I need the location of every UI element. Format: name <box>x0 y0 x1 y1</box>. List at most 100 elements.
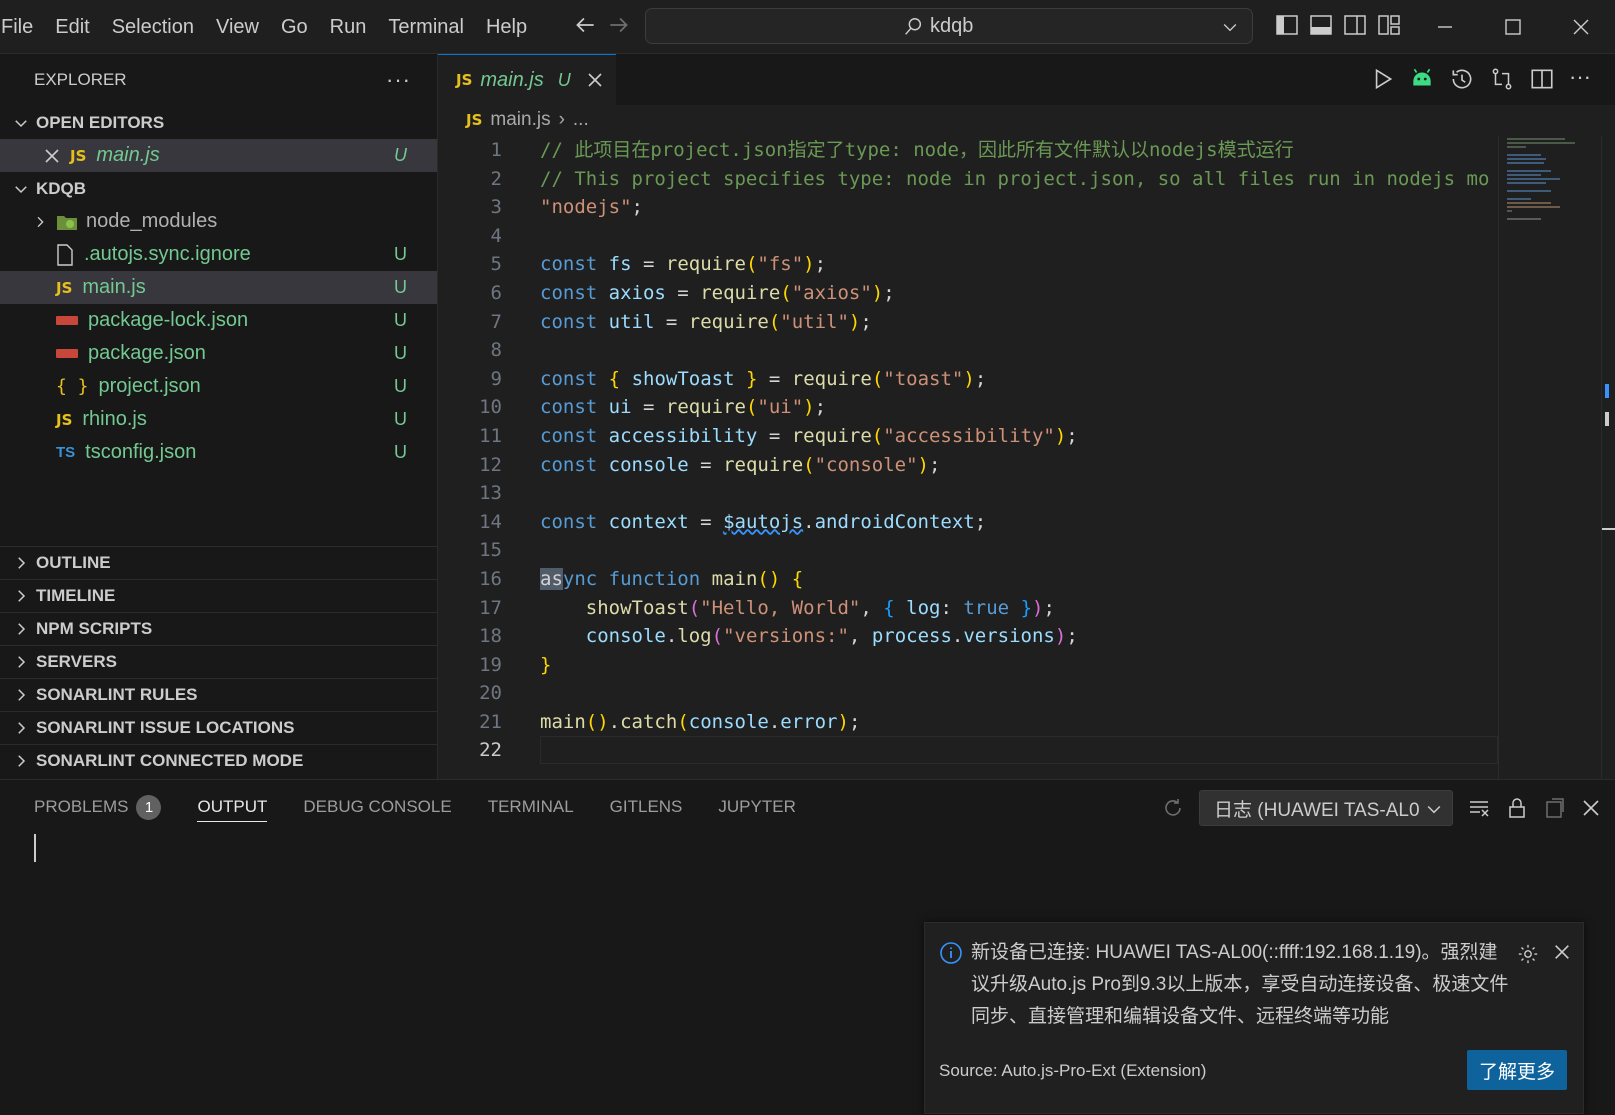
editor-tab-main-js[interactable]: JS main.js U <box>438 54 616 105</box>
code-line[interactable]: 20 <box>438 679 1498 708</box>
outline-section[interactable]: OUTLINE <box>0 546 438 579</box>
code-editor[interactable]: 1 // 此项目在project.json指定了type: node，因此所有文件… <box>438 136 1498 779</box>
tab-label: GITLENS <box>609 797 683 816</box>
tree-item-node-modules[interactable]: node_modules <box>0 205 437 238</box>
tree-item-rhino-js[interactable]: JS rhino.js U <box>0 403 437 436</box>
open-editor-item-main-js[interactable]: JS main.js U <box>0 139 437 172</box>
history-icon[interactable] <box>1449 66 1475 92</box>
timeline-section[interactable]: TIMELINE <box>0 579 438 612</box>
sonarlint-rules-section[interactable]: SONARLINT RULES <box>0 678 438 711</box>
breadcrumb-file[interactable]: main.js <box>490 109 550 131</box>
tree-item-package-lock-json[interactable]: package-lock.json U <box>0 304 437 337</box>
editor-scrollbar[interactable] <box>1601 136 1615 779</box>
close-window-button[interactable] <box>1547 0 1615 54</box>
code-line[interactable]: 18 console.log("versions:", process.vers… <box>438 622 1498 651</box>
tree-item-package-json[interactable]: package.json U <box>0 337 437 370</box>
maximize-button[interactable] <box>1479 0 1547 54</box>
npm-scripts-section[interactable]: NPM SCRIPTS <box>0 612 438 645</box>
close-panel-icon[interactable] <box>1581 798 1601 818</box>
close-icon[interactable] <box>1553 943 1571 961</box>
back-arrow-icon[interactable] <box>572 12 598 38</box>
code-line[interactable]: 13 <box>438 479 1498 508</box>
code-line[interactable]: 22 <box>438 736 1498 765</box>
tab-gitlens[interactable]: GITLENS <box>610 780 683 834</box>
close-icon[interactable] <box>44 148 60 164</box>
tab-output[interactable]: OUTPUT <box>197 780 267 834</box>
toggle-panel-icon[interactable] <box>1309 13 1333 37</box>
project-folder-header[interactable]: KDQB <box>0 172 437 205</box>
code-line[interactable]: 11 const accessibility = require("accessi… <box>438 422 1498 451</box>
menu-edit[interactable]: Edit <box>44 0 100 54</box>
code-line[interactable]: 4 <box>438 222 1498 251</box>
forward-arrow-icon[interactable] <box>606 12 632 38</box>
tree-item-main-js[interactable]: JS main.js U <box>0 271 437 304</box>
gear-icon[interactable] <box>1517 943 1539 965</box>
menu-go[interactable]: Go <box>270 0 319 54</box>
close-icon[interactable] <box>587 72 603 88</box>
code-line[interactable]: 7 const util = require("util"); <box>438 308 1498 337</box>
more-actions-icon[interactable]: ··· <box>1569 66 1595 92</box>
menu-file[interactable]: File <box>0 0 44 54</box>
line-number: 6 <box>490 281 502 304</box>
line-number: 13 <box>479 482 502 505</box>
open-in-editor-icon[interactable] <box>1543 796 1567 820</box>
tab-problems[interactable]: PROBLEMS 1 <box>34 780 162 834</box>
split-editor-icon[interactable] <box>1529 66 1555 92</box>
toggle-secondary-sidebar-icon[interactable] <box>1343 13 1367 37</box>
git-status-badge: U <box>394 145 407 165</box>
code-line[interactable]: 5 const fs = require("fs"); <box>438 250 1498 279</box>
editor-area: JS main.js U ··· JS main.js › ... 1 // 此项… <box>438 54 1615 779</box>
open-editors-header[interactable]: OPEN EDITORS <box>0 106 437 139</box>
tree-item-autojs-sync-ignore[interactable]: .autojs.sync.ignore U <box>0 238 437 271</box>
json-file-icon: { } <box>56 376 89 397</box>
menu-help[interactable]: Help <box>475 0 538 54</box>
code-line[interactable]: 2 // This project specifies type: node in… <box>438 165 1498 194</box>
code-line[interactable]: 8 <box>438 336 1498 365</box>
menu-run[interactable]: Run <box>319 0 378 54</box>
code-line[interactable]: 12 const console = require("console"); <box>438 451 1498 480</box>
toggle-primary-sidebar-icon[interactable] <box>1275 13 1299 37</box>
tab-jupyter[interactable]: JUPYTER <box>718 780 795 834</box>
chevron-down-icon[interactable] <box>1220 17 1240 37</box>
code-line[interactable]: 19} <box>438 651 1498 680</box>
sonarlint-connected-mode-section[interactable]: SONARLINT CONNECTED MODE <box>0 744 438 777</box>
section-label: SONARLINT RULES <box>36 685 198 704</box>
npm-icon <box>56 316 78 325</box>
code-line[interactable]: 6 const axios = require("axios"); <box>438 279 1498 308</box>
lock-icon[interactable] <box>1505 796 1529 820</box>
refresh-icon[interactable] <box>1161 796 1185 820</box>
learn-more-button[interactable]: 了解更多 <box>1467 1050 1567 1090</box>
code-line[interactable]: 16 async function main() { <box>438 565 1498 594</box>
breadcrumb-rest[interactable]: ... <box>573 109 589 131</box>
minimap[interactable] <box>1498 136 1596 779</box>
android-run-icon[interactable] <box>1409 66 1435 92</box>
run-icon[interactable] <box>1369 66 1395 92</box>
code-line[interactable]: 9 const { showToast } = require("toast"); <box>438 365 1498 394</box>
servers-section[interactable]: SERVERS <box>0 645 438 678</box>
code-line[interactable]: 10 const ui = require("ui"); <box>438 393 1498 422</box>
code-line[interactable]: 15 <box>438 536 1498 565</box>
chevron-down-icon <box>15 119 27 127</box>
output-channel-value: 日志 (HUAWEI TAS-AL0 <box>1214 799 1420 821</box>
tree-item-project-json[interactable]: { } project.json U <box>0 370 437 403</box>
code-line[interactable]: 17 showToast("Hello, World", { log: true… <box>438 594 1498 623</box>
compare-changes-icon[interactable] <box>1489 66 1515 92</box>
menu-view[interactable]: View <box>205 0 270 54</box>
code-line[interactable]: 21 main().catch(console.error); <box>438 708 1498 737</box>
menu-terminal[interactable]: Terminal <box>377 0 475 54</box>
customize-layout-icon[interactable] <box>1377 13 1401 37</box>
code-line[interactable]: 3 "nodejs"; <box>438 193 1498 222</box>
sonarlint-issue-locations-section[interactable]: SONARLINT ISSUE LOCATIONS <box>0 711 438 744</box>
code-line[interactable]: 14 const context = $autojs.androidContext… <box>438 508 1498 537</box>
tab-debug-console[interactable]: DEBUG CONSOLE <box>303 780 451 834</box>
more-actions-icon[interactable]: ··· <box>386 67 411 93</box>
code-line[interactable]: 1 // 此项目在project.json指定了type: node，因此所有文件… <box>438 136 1498 165</box>
clear-output-icon[interactable] <box>1467 796 1491 820</box>
git-status-badge: U <box>394 244 407 264</box>
tab-terminal[interactable]: TERMINAL <box>488 780 574 834</box>
minimize-button[interactable] <box>1411 0 1479 54</box>
command-center[interactable]: kdqb <box>645 8 1253 44</box>
output-channel-select[interactable]: 日志 (HUAWEI TAS-AL0 <box>1199 790 1453 826</box>
tree-item-tsconfig-json[interactable]: TS tsconfig.json U <box>0 436 437 469</box>
menu-selection[interactable]: Selection <box>101 0 205 54</box>
